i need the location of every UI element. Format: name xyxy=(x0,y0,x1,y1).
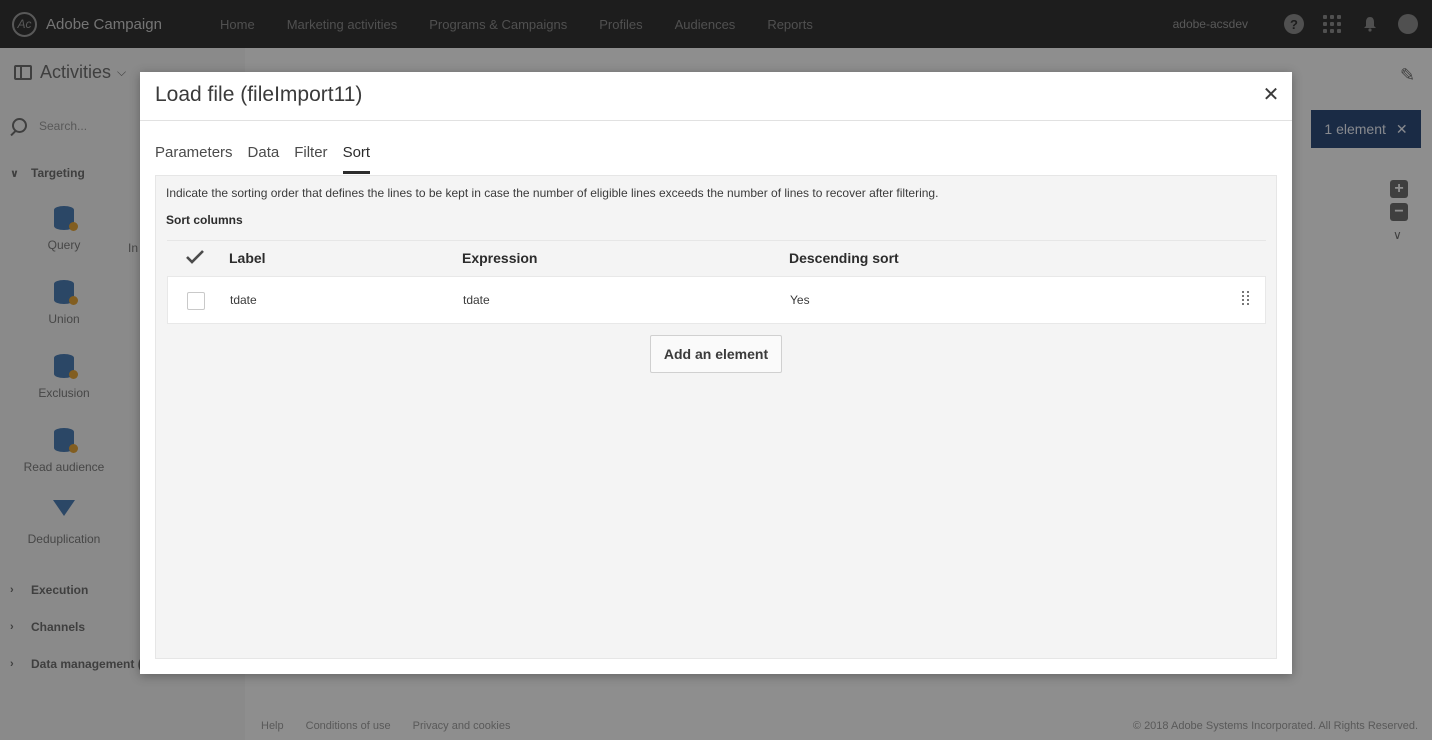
dialog-tabs: Parameters Data Filter Sort xyxy=(155,144,385,174)
close-icon[interactable]: ✕ xyxy=(1262,85,1280,105)
cell-label: tdate xyxy=(230,293,257,307)
drag-handle-icon[interactable] xyxy=(1242,291,1250,309)
cell-expression: tdate xyxy=(463,293,490,307)
cell-descending: Yes xyxy=(790,293,810,307)
sort-description: Indicate the sorting order that defines … xyxy=(166,186,939,200)
add-element-button[interactable]: Add an element xyxy=(650,335,782,373)
dialog-title: Load file (fileImport11) xyxy=(155,83,363,106)
tab-parameters[interactable]: Parameters xyxy=(155,144,233,174)
tab-filter[interactable]: Filter xyxy=(294,144,327,174)
column-header-expression[interactable]: Expression xyxy=(462,250,537,266)
table-header: Label Expression Descending sort xyxy=(167,240,1266,276)
sort-panel: Indicate the sorting order that defines … xyxy=(155,175,1277,659)
tab-data[interactable]: Data xyxy=(248,144,280,174)
dialog-divider xyxy=(140,120,1292,121)
column-header-label[interactable]: Label xyxy=(229,250,266,266)
checkmark-icon[interactable] xyxy=(186,250,204,264)
tab-sort[interactable]: Sort xyxy=(342,144,371,174)
row-checkbox[interactable] xyxy=(187,292,205,310)
load-file-dialog: Load file (fileImport11) ✕ Parameters Da… xyxy=(140,72,1292,674)
column-header-descending[interactable]: Descending sort xyxy=(789,250,899,266)
sort-columns-heading: Sort columns xyxy=(166,213,243,227)
table-row[interactable]: tdate tdate Yes xyxy=(167,276,1266,324)
